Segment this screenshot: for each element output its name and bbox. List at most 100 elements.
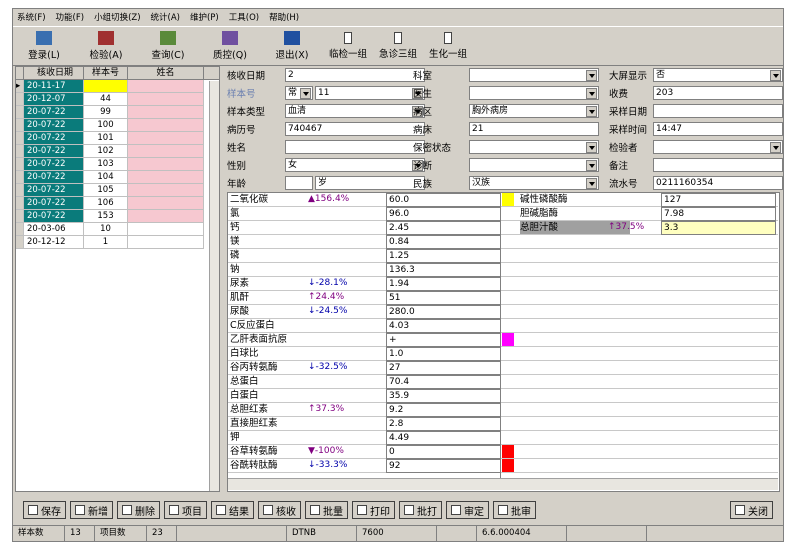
result-value-input[interactable]: 1.25 (386, 249, 501, 263)
chevron-down-icon[interactable] (770, 69, 781, 81)
result-value-input[interactable]: 2.8 (386, 417, 501, 431)
list-item[interactable]: ▸ 20-11-17 (16, 80, 219, 93)
fee-input[interactable]: 203 (653, 85, 783, 100)
list-item[interactable]: 20-07-22 106 (16, 197, 219, 210)
record_no-input[interactable]: 740467 (285, 121, 425, 136)
button-4[interactable]: 结果 (211, 501, 254, 519)
result-value-input[interactable]: 127 (661, 193, 776, 207)
chevron-down-icon[interactable] (586, 105, 597, 117)
secret-input[interactable] (469, 139, 599, 154)
result-value-input[interactable]: 27 (386, 361, 501, 375)
list-item[interactable]: 20-07-22 103 (16, 158, 219, 171)
button-9[interactable]: 审定 (446, 501, 489, 519)
result-value-input[interactable]: 4.03 (386, 319, 501, 333)
list-item[interactable]: 20-07-22 99 (16, 106, 219, 119)
result-value-input[interactable]: 1.0 (386, 347, 501, 361)
result-value-input[interactable]: 1.94 (386, 277, 501, 291)
result-value-input[interactable]: 280.0 (386, 305, 501, 319)
result-value-input[interactable]: 96.0 (386, 207, 501, 221)
toolbar-button-5[interactable]: 临检一组 (323, 27, 373, 65)
menu-item-5[interactable]: 工具(O) (229, 11, 259, 23)
table-row[interactable]: 二氧化碳 ▲156.4% 60.0 碱性磷酸酶 127 (228, 193, 778, 207)
table-row[interactable]: 直接胆红素 2.8 (228, 417, 778, 431)
table-row[interactable]: 镁 0.84 (228, 235, 778, 249)
nation-input[interactable]: 汉族 (469, 175, 599, 190)
sdate-input[interactable] (653, 103, 783, 118)
result-value-input[interactable]: 92 (386, 459, 501, 473)
col-sample-no[interactable]: 样本号 (84, 67, 128, 79)
result-value-input[interactable]: 0.84 (386, 235, 501, 249)
result-value-input[interactable]: 3.3 (661, 221, 776, 235)
button-3[interactable]: 项目 (164, 501, 207, 519)
result-value-input[interactable]: + (386, 333, 501, 347)
button-0[interactable]: 保存 (23, 501, 66, 519)
list-item[interactable]: 20-12-12 1 (16, 236, 219, 249)
button-5[interactable]: 核收 (258, 501, 301, 519)
list-item[interactable]: 20-12-07 44 (16, 93, 219, 106)
button-1[interactable]: 新增 (70, 501, 113, 519)
result-value-input[interactable]: 35.9 (386, 389, 501, 403)
table-row[interactable]: 尿素 ↓-28.1% 1.94 (228, 277, 778, 291)
col-date[interactable]: 核收日期 (24, 67, 84, 79)
table-row[interactable]: 钾 4.49 (228, 431, 778, 445)
result-grid-scrollbar[interactable] (228, 478, 778, 490)
table-row[interactable]: 钙 2.45 总胆汁酸 ↑37.5% 3.3 (228, 221, 778, 235)
tester-input[interactable] (653, 139, 783, 154)
result-value-input[interactable]: 60.0 (386, 193, 501, 207)
remark-input[interactable] (653, 157, 783, 172)
table-row[interactable]: 钠 136.3 (228, 263, 778, 277)
chevron-down-icon[interactable] (770, 141, 781, 153)
table-row[interactable]: 谷草转氨酶 ▼-100% 0 (228, 445, 778, 459)
result-value-input[interactable]: 136.3 (386, 263, 501, 277)
stime-input[interactable]: 14:47 (653, 121, 783, 136)
button-11[interactable]: 关闭 (730, 501, 773, 519)
list-item[interactable]: 20-03-06 10 (16, 223, 219, 236)
sample_no-input[interactable]: 11 (315, 85, 425, 100)
table-row[interactable]: 白蛋白 35.9 (228, 389, 778, 403)
result-value-input[interactable]: 4.49 (386, 431, 501, 445)
list-item[interactable]: 20-07-22 102 (16, 145, 219, 158)
result-value-input[interactable]: 0 (386, 445, 501, 459)
table-row[interactable]: 尿酸 ↓-24.5% 280.0 (228, 305, 778, 319)
ward-input[interactable]: 胸外病房 (469, 103, 599, 118)
button-10[interactable]: 批审 (493, 501, 536, 519)
chevron-down-icon[interactable] (586, 141, 597, 153)
chevron-down-icon[interactable] (586, 69, 597, 81)
toolbar-button-7[interactable]: 生化一组 (423, 27, 473, 65)
dept-input[interactable] (469, 67, 599, 82)
list-item[interactable]: 20-07-22 105 (16, 184, 219, 197)
chevron-down-icon[interactable] (586, 87, 597, 99)
name-input[interactable] (285, 139, 425, 154)
toolbar-button-4[interactable]: 退出(X) (261, 27, 323, 65)
col-name[interactable]: 姓名 (128, 67, 204, 79)
menu-item-3[interactable]: 统计(A) (151, 11, 180, 23)
date-input[interactable]: 2 (285, 67, 425, 82)
table-row[interactable]: 氯 96.0 胆碱脂酶 7.98 (228, 207, 778, 221)
result-value-input[interactable]: 9.2 (386, 403, 501, 417)
list-item[interactable]: 20-07-22 101 (16, 132, 219, 145)
result-value-input[interactable]: 2.45 (386, 221, 501, 235)
list-item[interactable]: 20-07-22 153 (16, 210, 219, 223)
table-row[interactable]: 谷丙转氨酶 ↓-32.5% 27 (228, 361, 778, 375)
toolbar-button-2[interactable]: 查询(C) (137, 27, 199, 65)
list-item[interactable]: 20-07-22 104 (16, 171, 219, 184)
sample_type-input[interactable]: 血清 (285, 103, 425, 118)
button-7[interactable]: 打印 (352, 501, 395, 519)
table-row[interactable]: 白球比 1.0 (228, 347, 778, 361)
toolbar-button-0[interactable]: 登录(L) (13, 27, 75, 65)
table-row[interactable]: 肌酐 ↑24.4% 51 (228, 291, 778, 305)
chevron-down-icon[interactable] (586, 159, 597, 171)
menu-item-4[interactable]: 维护(P) (190, 11, 219, 23)
sex-input[interactable]: 女 (285, 157, 425, 172)
toolbar-button-3[interactable]: 质控(Q) (199, 27, 261, 65)
diag-input[interactable] (469, 157, 599, 172)
doctor-input[interactable] (469, 85, 599, 100)
bed-input[interactable]: 21 (469, 121, 599, 136)
menu-item-1[interactable]: 功能(F) (56, 11, 85, 23)
result-value-input[interactable]: 70.4 (386, 375, 501, 389)
chevron-down-icon[interactable] (586, 177, 597, 189)
toolbar-button-6[interactable]: 急诊三组 (373, 27, 423, 65)
button-2[interactable]: 删除 (117, 501, 160, 519)
table-row[interactable]: 总蛋白 70.4 (228, 375, 778, 389)
sample-prefix-select[interactable]: 常 (285, 85, 313, 100)
